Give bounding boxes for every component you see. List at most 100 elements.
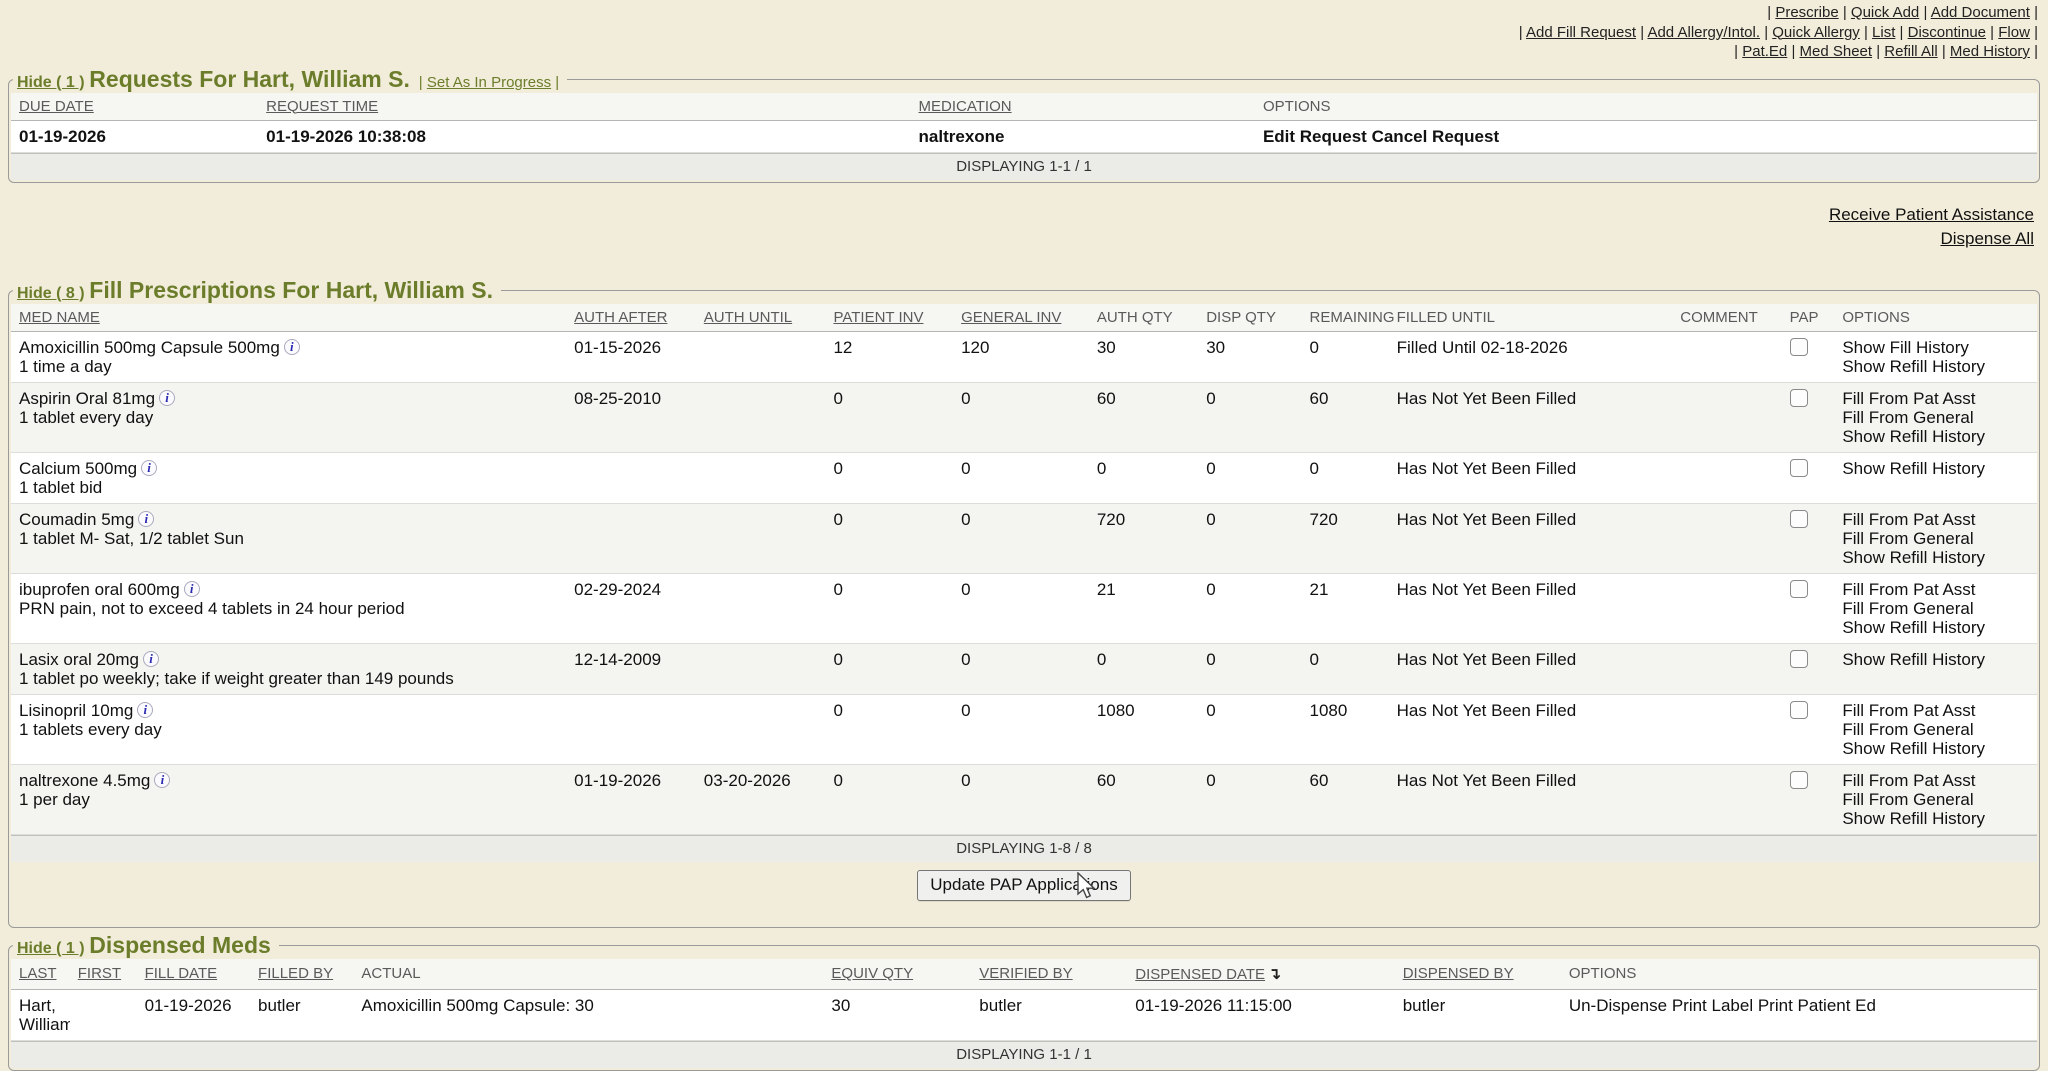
option-link-fill-from-general[interactable]: Fill From General <box>1842 790 1973 809</box>
column-header-label[interactable]: FILL DATE <box>145 965 218 982</box>
option-link-show-refill-history[interactable]: Show Refill History <box>1842 427 1985 446</box>
column-header-request-time[interactable]: REQUEST TIME <box>258 93 910 121</box>
info-icon[interactable]: i <box>137 702 153 718</box>
nav-link[interactable]: Pat.Ed <box>1742 43 1787 60</box>
option-link-show-refill-history[interactable]: Show Refill History <box>1842 739 1985 758</box>
option-link-fill-from-general[interactable]: Fill From General <box>1842 720 1973 739</box>
fill-section-title: Fill Prescriptions For Hart, William S. <box>89 277 493 303</box>
column-header-first[interactable]: FIRST <box>70 959 137 990</box>
option-link-un-dispense[interactable]: Un-Dispense <box>1569 996 1667 1015</box>
cell-med-name: Lisinopril 10mgi1 tablets every day <box>11 694 566 764</box>
option-link-fill-from-pat-asst[interactable]: Fill From Pat Asst <box>1842 389 1975 408</box>
cell-filled-until: Has Not Yet Been Filled <box>1389 643 1673 694</box>
nav-link[interactable]: Add Document <box>1931 4 2030 21</box>
option-link-print-label[interactable]: Print Label <box>1672 996 1753 1015</box>
info-icon[interactable]: i <box>143 651 159 667</box>
pap-checkbox[interactable] <box>1790 701 1808 719</box>
pap-checkbox[interactable] <box>1790 771 1808 789</box>
column-header-label[interactable]: MEDICATION <box>919 98 1012 115</box>
nav-link[interactable]: Med History <box>1950 43 2030 60</box>
column-header-label[interactable]: FILLED BY <box>258 965 333 982</box>
option-link-show-refill-history[interactable]: Show Refill History <box>1842 618 1985 637</box>
info-icon[interactable]: i <box>184 581 200 597</box>
pap-checkbox[interactable] <box>1790 389 1808 407</box>
pap-checkbox[interactable] <box>1790 459 1808 477</box>
option-link-edit-request[interactable]: Edit Request <box>1263 127 1367 146</box>
option-link-show-refill-history[interactable]: Show Refill History <box>1842 548 1985 567</box>
column-header-dispensed-date[interactable]: DISPENSED DATE↴ <box>1127 959 1394 990</box>
nav-link[interactable]: Flow <box>1998 24 2030 41</box>
column-header-label[interactable]: DISPENSED DATE <box>1135 966 1265 983</box>
option-link-fill-from-general[interactable]: Fill From General <box>1842 599 1973 618</box>
option-link-fill-from-general[interactable]: Fill From General <box>1842 529 1973 548</box>
nav-link[interactable]: Med Sheet <box>1800 43 1873 60</box>
column-header-due-date[interactable]: DUE DATE <box>11 93 258 121</box>
column-header-dispensed-by[interactable]: DISPENSED BY <box>1395 959 1561 990</box>
nav-link[interactable]: Refill All <box>1884 43 1937 60</box>
pap-checkbox[interactable] <box>1790 580 1808 598</box>
pap-checkbox[interactable] <box>1790 510 1808 528</box>
column-header-label[interactable]: DISPENSED BY <box>1403 965 1514 982</box>
column-header-label[interactable]: FIRST <box>78 965 121 982</box>
receive-patient-assistance-link[interactable]: Receive Patient Assistance <box>1829 203 2034 227</box>
info-icon[interactable]: i <box>138 511 154 527</box>
pap-checkbox[interactable] <box>1790 338 1808 356</box>
nav-link[interactable]: Prescribe <box>1775 4 1838 21</box>
column-header-label[interactable]: LAST <box>19 965 57 982</box>
pap-checkbox[interactable] <box>1790 650 1808 668</box>
option-link-show-refill-history[interactable]: Show Refill History <box>1842 650 1985 669</box>
option-link-show-fill-history[interactable]: Show Fill History <box>1842 338 1969 357</box>
column-header-medication[interactable]: MEDICATION <box>911 93 1255 121</box>
column-header-med-name[interactable]: MED NAME <box>11 304 566 332</box>
info-icon[interactable]: i <box>141 460 157 476</box>
info-icon[interactable]: i <box>159 390 175 406</box>
column-header-fill-date[interactable]: FILL DATE <box>137 959 250 990</box>
info-icon[interactable]: i <box>284 339 300 355</box>
option-link-show-refill-history[interactable]: Show Refill History <box>1842 809 1985 828</box>
option-link-fill-from-pat-asst[interactable]: Fill From Pat Asst <box>1842 701 1975 720</box>
option-link-fill-from-general[interactable]: Fill From General <box>1842 408 1973 427</box>
option-link-fill-from-pat-asst[interactable]: Fill From Pat Asst <box>1842 580 1975 599</box>
column-header-label[interactable]: AUTH AFTER <box>574 309 667 326</box>
column-header-patient-inv[interactable]: PATIENT INV <box>825 304 953 332</box>
cell-disp-qty: 0 <box>1198 694 1301 764</box>
dispense-all-link[interactable]: Dispense All <box>1940 227 2034 251</box>
column-header-label[interactable]: AUTH UNTIL <box>704 309 792 326</box>
column-header-equiv-qty[interactable]: EQUIV QTY <box>823 959 971 990</box>
nav-link[interactable]: List <box>1872 24 1895 41</box>
nav-link[interactable]: Quick Add <box>1851 4 1919 21</box>
column-header-verified-by[interactable]: VERIFIED BY <box>971 959 1127 990</box>
cell-general-inv: 120 <box>953 331 1089 382</box>
option-link-show-refill-history[interactable]: Show Refill History <box>1842 459 1985 478</box>
set-as-in-progress-link[interactable]: Set As In Progress <box>427 74 551 91</box>
dispensed-hide-toggle-link[interactable]: Hide ( 1 ) <box>17 940 85 957</box>
column-header-label[interactable]: PATIENT INV <box>833 309 923 326</box>
nav-link[interactable]: Discontinue <box>1908 24 1986 41</box>
requests-hide-toggle-link[interactable]: Hide ( 1 ) <box>17 74 85 91</box>
column-header-label[interactable]: DUE DATE <box>19 98 94 115</box>
column-header-label[interactable]: REQUEST TIME <box>266 98 378 115</box>
info-icon[interactable]: i <box>154 772 170 788</box>
fill-hide-toggle-link[interactable]: Hide ( 8 ) <box>17 285 85 302</box>
column-header-general-inv[interactable]: GENERAL INV <box>953 304 1089 332</box>
column-header-label[interactable]: MED NAME <box>19 309 100 326</box>
column-header-label[interactable]: VERIFIED BY <box>979 965 1072 982</box>
nav-link[interactable]: Quick Allergy <box>1772 24 1860 41</box>
cell-auth-until <box>696 382 826 452</box>
option-link-show-refill-history[interactable]: Show Refill History <box>1842 357 1985 376</box>
nav-link[interactable]: Add Allergy/Intol. <box>1647 24 1760 41</box>
option-link-fill-from-pat-asst[interactable]: Fill From Pat Asst <box>1842 510 1975 529</box>
update-pap-applications-button[interactable]: Update PAP Applications <box>917 870 1130 901</box>
column-header-last[interactable]: LAST <box>11 959 70 990</box>
column-header-filled-by[interactable]: FILLED BY <box>250 959 353 990</box>
option-link-print-patient-ed[interactable]: Print Patient Ed <box>1758 996 1876 1015</box>
column-header-auth-until[interactable]: AUTH UNTIL <box>696 304 826 332</box>
column-header-label[interactable]: EQUIV QTY <box>831 965 913 982</box>
column-header-auth-after[interactable]: AUTH AFTER <box>566 304 696 332</box>
option-link-fill-from-pat-asst[interactable]: Fill From Pat Asst <box>1842 771 1975 790</box>
option-link-cancel-request[interactable]: Cancel Request <box>1372 127 1500 146</box>
cell-comment <box>1672 694 1781 764</box>
column-header-label[interactable]: GENERAL INV <box>961 309 1061 326</box>
nav-link[interactable]: Add Fill Request <box>1526 24 1636 41</box>
cell-disp-qty: 0 <box>1198 643 1301 694</box>
